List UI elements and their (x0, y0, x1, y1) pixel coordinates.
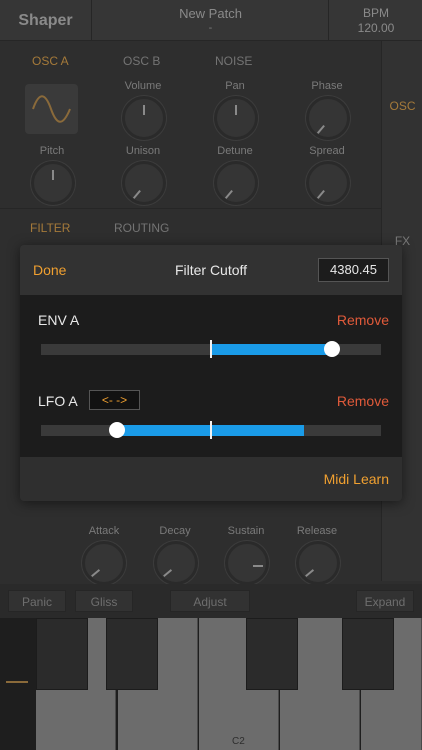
tab-filter[interactable]: FILTER (30, 221, 70, 235)
release-knob[interactable] (296, 541, 340, 585)
volume-knob[interactable] (122, 96, 166, 140)
black-key[interactable] (246, 618, 298, 690)
patch-subtitle: - (208, 22, 213, 34)
knob-label-decay: Decay (159, 525, 191, 537)
cutoff-value-field[interactable]: 4380.45 (318, 258, 389, 282)
knob-label-release: Release (296, 525, 338, 537)
top-bar: Shaper New Patch - BPM 120.00 (0, 0, 422, 41)
octave-label: C2 (232, 736, 245, 747)
env-a-slider-thumb[interactable] (324, 341, 340, 357)
sustain-knob[interactable] (225, 541, 269, 585)
bpm-control[interactable]: BPM 120.00 (330, 0, 422, 41)
env-a-amount-fill (211, 344, 332, 355)
modulator-list: ENV A Remove LFO A <- -> Remove (20, 295, 402, 457)
lfo-a-direction-button[interactable]: <- -> (89, 390, 140, 410)
knob-label-detune: Detune (217, 145, 253, 157)
knob-label-pitch: Pitch (39, 145, 65, 157)
tab-osc-a[interactable]: OSC A (32, 54, 69, 68)
spread-knob[interactable] (306, 161, 350, 205)
gliss-button[interactable]: Gliss (75, 590, 133, 612)
knob-label-pan: Pan (225, 80, 245, 92)
pan-knob[interactable] (214, 96, 258, 140)
bpm-value: 120.00 (357, 21, 395, 35)
attack-knob[interactable] (82, 541, 126, 585)
sine-wave-icon (32, 95, 71, 123)
app-name[interactable]: Shaper (0, 0, 92, 41)
bpm-label: BPM (362, 6, 389, 20)
knob-label-attack: Attack (88, 525, 120, 537)
knob-label-volume: Volume (124, 80, 162, 92)
lfo-a-center-mark (210, 421, 212, 439)
tab-routing[interactable]: ROUTING (114, 221, 169, 235)
side-tab-osc[interactable]: OSC (382, 99, 422, 113)
modal-header: Done Filter Cutoff 4380.45 (20, 245, 402, 295)
waveform-button[interactable] (25, 84, 78, 134)
lfo-a-slider-thumb[interactable] (109, 422, 125, 438)
patch-name: New Patch (179, 6, 242, 21)
black-key[interactable] (36, 618, 88, 690)
midi-learn-button[interactable]: Midi Learn (324, 471, 389, 487)
section-divider (0, 208, 381, 209)
black-key[interactable] (106, 618, 158, 690)
modulator-name-env-a: ENV A (38, 312, 80, 328)
tab-noise[interactable]: NOISE (215, 54, 252, 68)
black-key[interactable] (342, 618, 394, 690)
phase-knob[interactable] (306, 96, 350, 140)
filter-cutoff-modal: Done Filter Cutoff 4380.45 ENV A Remove … (20, 245, 402, 501)
tab-osc-b[interactable]: OSC B (123, 54, 160, 68)
modulator-name-lfo-a: LFO A (38, 393, 78, 409)
panic-button[interactable]: Panic (8, 590, 66, 612)
detune-knob[interactable] (214, 161, 258, 205)
octave-marker (6, 681, 28, 683)
knob-label-phase: Phase (311, 80, 343, 92)
unison-knob[interactable] (122, 161, 166, 205)
patch-selector[interactable]: New Patch - (93, 0, 329, 41)
knob-label-unison: Unison (125, 145, 161, 157)
knob-label-spread: Spread (309, 145, 345, 157)
decay-knob[interactable] (154, 541, 198, 585)
pitch-knob[interactable] (31, 161, 75, 205)
expand-button[interactable]: Expand (356, 590, 414, 612)
remove-env-a-button[interactable]: Remove (337, 312, 389, 328)
adjust-button[interactable]: Adjust (170, 590, 250, 612)
remove-lfo-a-button[interactable]: Remove (337, 393, 389, 409)
knob-label-sustain: Sustain (227, 525, 265, 537)
env-a-center-mark (210, 340, 212, 358)
